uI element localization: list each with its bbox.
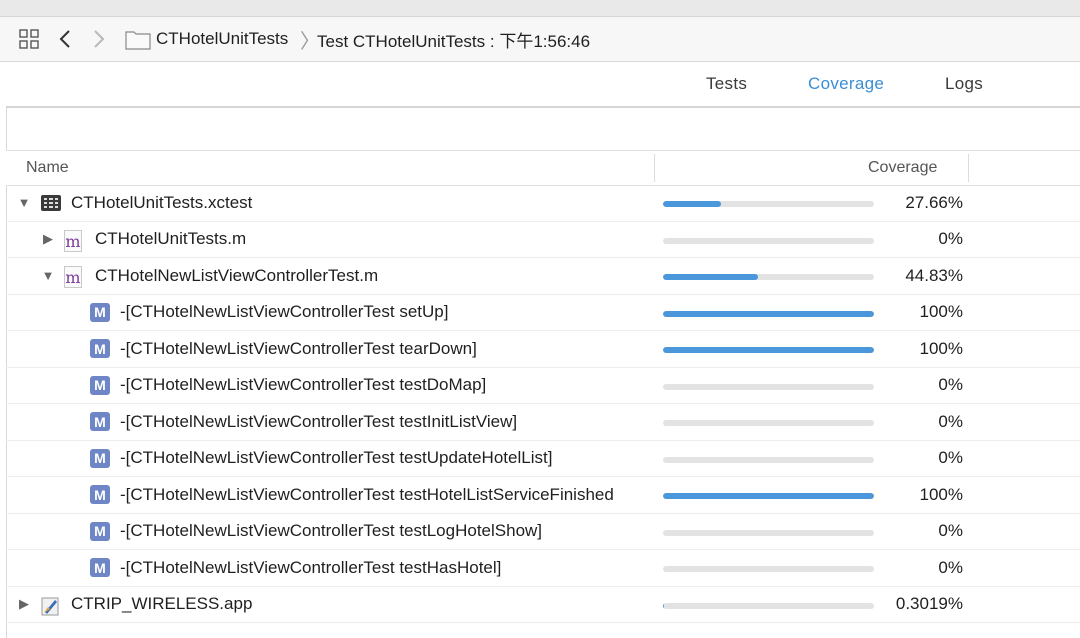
coverage-bar <box>663 493 874 499</box>
disclosure-collapsed-icon[interactable]: ▶ <box>16 587 32 622</box>
row-name: CTHotelUnitTests.m <box>95 229 247 248</box>
forward-chevron-icon[interactable] <box>88 17 110 61</box>
report-tabs: Tests Coverage Logs <box>6 62 1080 108</box>
coverage-bar <box>663 566 874 572</box>
coverage-table: ▼ CTHotelUnitTests.xctest 27.66% ▶ m CTHotelU… <box>6 185 1080 623</box>
coverage-percent: 0% <box>938 411 963 431</box>
project-folder-icon <box>124 17 152 61</box>
table-row[interactable]: ▼ m CTHotelNewListViewControllerTest.m 44.8… <box>6 258 1080 295</box>
coverage-percent: 100% <box>919 484 963 504</box>
table-row[interactable]: M -[CTHotelNewListViewControllerTest setU… <box>6 295 1080 331</box>
coverage-bar <box>663 420 874 426</box>
app-icon <box>40 595 62 615</box>
tab-coverage[interactable]: Coverage <box>808 62 884 106</box>
disclosure-expanded-icon[interactable]: ▼ <box>40 258 56 293</box>
coverage-percent: 0% <box>938 448 963 467</box>
disclosure-expanded-icon[interactable]: ▼ <box>16 185 32 220</box>
table-row[interactable]: M -[CTHotelNewListViewControllerTest test… <box>6 550 1080 587</box>
xctest-bundle-icon <box>40 193 62 213</box>
method-icon: M <box>90 339 112 359</box>
column-header-name[interactable]: Name <box>26 151 69 185</box>
method-icon: M <box>90 448 112 469</box>
row-name: CTHotelNewListViewControllerTest.m <box>95 265 379 285</box>
table-row[interactable]: M -[CTHotelNewListViewControllerTest test… <box>6 404 1080 441</box>
coverage-bar-fill <box>663 602 664 609</box>
jump-bar: CTHotelUnitTests 〉 Test CTHotelUnitTests… <box>0 17 1080 62</box>
breadcrumb-test-run[interactable]: Test CTHotelUnitTests : 下午1:56:46 <box>317 17 590 61</box>
row-name: -[CTHotelNewListViewControllerTest testD… <box>120 375 487 394</box>
method-icon: M <box>90 558 112 578</box>
disclosure-collapsed-icon[interactable]: ▶ <box>40 222 56 257</box>
coverage-percent: 100% <box>919 302 963 321</box>
method-icon: M <box>90 412 112 432</box>
coverage-bar <box>663 529 874 536</box>
column-header-coverage[interactable]: Coverage <box>868 151 937 185</box>
table-row[interactable]: M -[CTHotelNewListViewControllerTest test… <box>6 477 1080 514</box>
row-name: -[CTHotelNewListViewControllerTest tearD… <box>120 338 477 358</box>
coverage-bar <box>663 201 874 207</box>
table-row[interactable]: ▶ CTRIP_WIRELESS.app 0.3019% <box>6 587 1080 623</box>
coverage-bar <box>663 310 874 317</box>
coverage-bar <box>663 456 874 463</box>
related-items-grid-icon[interactable] <box>16 17 42 61</box>
row-name: CTRIP_WIRELESS.app <box>71 594 253 613</box>
coverage-bar-fill <box>663 310 874 317</box>
row-name: -[CTHotelNewListViewControllerTest testI… <box>120 411 518 431</box>
table-row[interactable]: M -[CTHotelNewListViewControllerTest test… <box>6 441 1080 477</box>
column-divider[interactable] <box>968 154 969 182</box>
table-row[interactable]: M -[CTHotelNewListViewControllerTest test… <box>6 368 1080 404</box>
m-file-icon: m <box>64 266 82 288</box>
coverage-bar <box>663 383 874 390</box>
coverage-percent: 27.66% <box>905 192 963 212</box>
m-file-icon: m <box>64 229 82 252</box>
row-name: -[CTHotelNewListViewControllerTest testU… <box>120 448 553 467</box>
row-name: -[CTHotelNewListViewControllerTest testH… <box>120 557 502 577</box>
coverage-bar-fill <box>663 493 874 499</box>
method-icon: M <box>90 485 112 505</box>
row-name: CTHotelUnitTests.xctest <box>71 192 253 212</box>
row-name: -[CTHotelNewListViewControllerTest testH… <box>120 484 614 504</box>
table-header: Name Coverage <box>6 150 1080 186</box>
coverage-percent: 100% <box>919 338 963 358</box>
coverage-bar-fill <box>663 201 722 207</box>
table-row[interactable]: ▶ m CTHotelUnitTests.m 0% <box>6 222 1080 258</box>
coverage-bar <box>663 602 874 609</box>
tab-tests[interactable]: Tests <box>706 62 747 106</box>
coverage-percent: 44.83% <box>905 265 963 285</box>
coverage-bar <box>663 347 874 353</box>
row-name: -[CTHotelNewListViewControllerTest testL… <box>120 521 543 540</box>
coverage-bar <box>663 274 874 280</box>
row-name: -[CTHotelNewListViewControllerTest setUp… <box>120 302 449 321</box>
coverage-percent: 0% <box>938 521 963 540</box>
method-icon: M <box>90 302 112 323</box>
coverage-percent: 0% <box>938 557 963 577</box>
table-row[interactable]: M -[CTHotelNewListViewControllerTest test… <box>6 514 1080 550</box>
coverage-percent: 0% <box>938 229 963 248</box>
table-row[interactable]: M -[CTHotelNewListViewControllerTest tear… <box>6 331 1080 368</box>
table-row[interactable]: ▼ CTHotelUnitTests.xctest 27.66% <box>6 185 1080 222</box>
column-divider[interactable] <box>654 154 655 182</box>
method-icon: M <box>90 375 112 396</box>
tab-logs[interactable]: Logs <box>945 62 983 106</box>
window-top-edge <box>0 0 1080 17</box>
coverage-bar-fill <box>663 274 758 280</box>
coverage-bar-fill <box>663 347 874 353</box>
back-chevron-icon[interactable] <box>54 17 76 61</box>
coverage-percent: 0.3019% <box>895 594 963 613</box>
coverage-bar <box>663 237 874 244</box>
method-icon: M <box>90 521 112 542</box>
breadcrumb-project[interactable]: CTHotelUnitTests <box>156 17 288 61</box>
coverage-percent: 0% <box>938 375 963 394</box>
